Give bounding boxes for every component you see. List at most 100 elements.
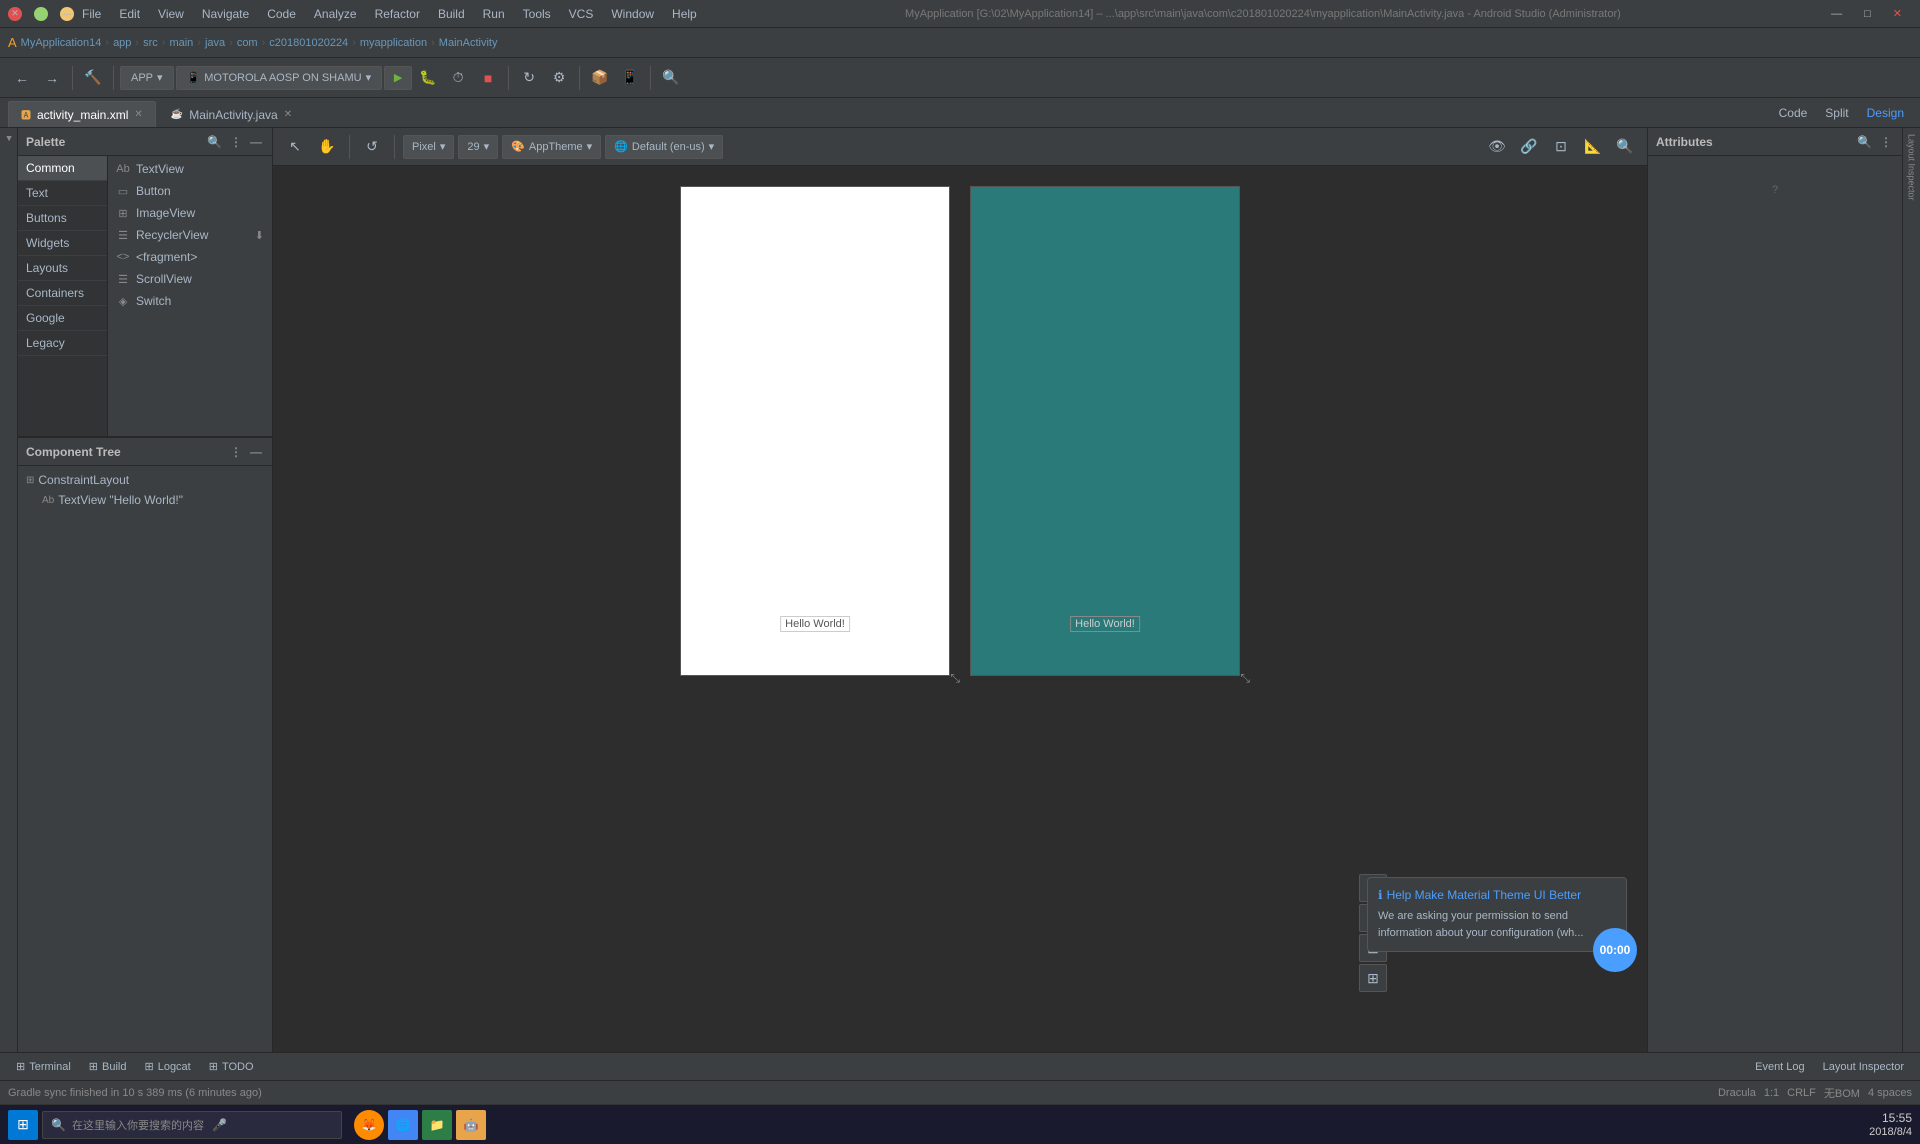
palette-search-btn[interactable]: 🔍 — [205, 133, 224, 151]
menu-run[interactable]: Run — [475, 5, 513, 23]
project-sidebar-toggle[interactable]: ▲ — [2, 132, 16, 146]
tab-close-java[interactable]: ✕ — [284, 109, 292, 120]
palette-item-switch[interactable]: ◈ Switch — [108, 290, 272, 312]
breadcrumb-mainactivity[interactable]: MainActivity — [439, 37, 498, 49]
avd-manager-btn[interactable]: 📱 — [616, 64, 644, 92]
theme-status[interactable]: Dracula — [1718, 1087, 1756, 1099]
tree-minimize-btn[interactable]: — — [248, 443, 264, 461]
palette-item-textview[interactable]: Ab TextView — [108, 158, 272, 180]
tree-item-textview[interactable]: Ab TextView "Hello World!" — [18, 490, 272, 510]
win-minimize-btn[interactable]: — — [1821, 0, 1852, 28]
menu-edit[interactable]: Edit — [111, 5, 148, 23]
dark-device-preview[interactable]: Hello World! — [970, 186, 1240, 676]
constraint-btn[interactable]: 🔗 — [1515, 133, 1543, 161]
category-text[interactable]: Text — [18, 181, 107, 206]
palette-more-btn[interactable]: ⋮ — [228, 133, 244, 151]
api-selector[interactable]: 29 ▾ — [458, 135, 498, 159]
menu-view[interactable]: View — [150, 5, 192, 23]
breadcrumb-com[interactable]: com — [237, 37, 258, 49]
menu-code[interactable]: Code — [259, 5, 304, 23]
menu-refactor[interactable]: Refactor — [367, 5, 428, 23]
taskbar-app-firefox[interactable]: 🦊 — [354, 1110, 384, 1140]
palette-item-scrollview[interactable]: ☰ ScrollView — [108, 268, 272, 290]
align-btn[interactable]: ⊡ — [1547, 133, 1575, 161]
tab-main-activity-java[interactable]: ☕ MainActivity.java ✕ — [158, 101, 305, 127]
todo-tab[interactable]: ⊞ TODO — [201, 1058, 262, 1075]
tree-item-constraintlayout[interactable]: ⊞ ConstraintLayout — [18, 470, 272, 490]
back-btn[interactable]: ← — [8, 64, 36, 92]
menu-file[interactable]: File — [74, 5, 109, 23]
stop-button[interactable]: ■ — [474, 64, 502, 92]
search-bar[interactable]: 🔍 在这里输入你要搜索的内容 🎤 — [42, 1111, 342, 1139]
tab-activity-main-xml[interactable]: 🅰 activity_main.xml ✕ — [8, 101, 156, 127]
logcat-tab[interactable]: ⊞ Logcat — [136, 1058, 198, 1075]
category-legacy[interactable]: Legacy — [18, 331, 107, 356]
line-col-status[interactable]: 1:1 — [1764, 1087, 1779, 1099]
category-containers[interactable]: Containers — [18, 281, 107, 306]
recyclerview-download-icon[interactable]: ⬇ — [255, 229, 264, 242]
palette-minimize-btn[interactable]: — — [248, 133, 264, 151]
category-layouts[interactable]: Layouts — [18, 256, 107, 281]
category-google[interactable]: Google — [18, 306, 107, 331]
win-maximize-btn[interactable]: □ — [1854, 0, 1881, 28]
settings-button[interactable]: ⚙ — [545, 64, 573, 92]
attributes-more-btn[interactable]: ⋮ — [1878, 133, 1894, 151]
palette-item-fragment[interactable]: <> <fragment> — [108, 246, 272, 268]
rotate-btn[interactable]: ↺ — [358, 133, 386, 161]
theme-selector[interactable]: 🎨 AppTheme ▾ — [502, 135, 601, 159]
event-log-btn[interactable]: Event Log — [1747, 1059, 1813, 1075]
menu-help[interactable]: Help — [664, 5, 705, 23]
breadcrumb-package[interactable]: c201801020224 — [269, 37, 348, 49]
run-button[interactable]: ▶ — [384, 66, 412, 90]
cursor-tool-btn[interactable]: ↖ — [281, 133, 309, 161]
menu-build[interactable]: Build — [430, 5, 473, 23]
device-selector[interactable]: 📱 MOTOROLA AOSP ON SHAMU ▾ — [176, 66, 383, 90]
layout-inspector-btn[interactable]: Layout Inspector — [1815, 1059, 1912, 1075]
menu-analyze[interactable]: Analyze — [306, 5, 365, 23]
menu-vcs[interactable]: VCS — [561, 5, 602, 23]
line-ending-status[interactable]: CRLF — [1787, 1087, 1816, 1099]
tree-more-btn[interactable]: ⋮ — [228, 443, 244, 461]
taskbar-app-explorer[interactable]: 📁 — [422, 1110, 452, 1140]
category-widgets[interactable]: Widgets — [18, 231, 107, 256]
category-common[interactable]: Common — [18, 156, 107, 181]
guidelines-btn[interactable]: 📐 — [1579, 133, 1607, 161]
menu-window[interactable]: Window — [603, 5, 662, 23]
minimize-button[interactable]: — — [60, 7, 74, 21]
breadcrumb-java[interactable]: java — [205, 37, 225, 49]
resize-handle-dark[interactable]: ⤡ — [1240, 671, 1250, 686]
build-btn[interactable]: 🔨 — [79, 64, 107, 92]
taskbar-app-android-studio[interactable]: 🤖 — [456, 1110, 486, 1140]
windows-start-btn[interactable]: ⊞ — [8, 1110, 38, 1140]
light-device-preview[interactable]: Hello World! — [680, 186, 950, 676]
tab-close-xml[interactable]: ✕ — [134, 109, 142, 120]
win-close-btn[interactable]: ✕ — [1883, 0, 1912, 28]
profile-button[interactable]: ⏱ — [444, 64, 472, 92]
pixel-selector[interactable]: Pixel ▾ — [403, 135, 454, 159]
menu-tools[interactable]: Tools — [515, 5, 559, 23]
terminal-tab[interactable]: ⊞ Terminal — [8, 1058, 79, 1075]
attributes-search-btn[interactable]: 🔍 — [1855, 133, 1874, 151]
design-view-tab[interactable]: Design — [1859, 104, 1912, 122]
maximize-button[interactable]: □ — [34, 7, 48, 21]
palette-item-recyclerview[interactable]: ☰ RecyclerView ⬇ — [108, 224, 272, 246]
close-button[interactable]: ✕ — [8, 7, 22, 21]
category-buttons[interactable]: Buttons — [18, 206, 107, 231]
breadcrumb-myapp[interactable]: myapplication — [360, 37, 427, 49]
breadcrumb-app-module[interactable]: app — [113, 37, 131, 49]
sdk-manager-btn[interactable]: 📦 — [586, 64, 614, 92]
encoding-status[interactable]: 无BOM — [1824, 1085, 1860, 1101]
app-selector[interactable]: APP ▾ — [120, 66, 174, 90]
breadcrumb-src[interactable]: src — [143, 37, 158, 49]
build-tab[interactable]: ⊞ Build — [81, 1058, 135, 1075]
zoom-actual-btn[interactable]: ⊞ — [1359, 964, 1387, 992]
code-view-tab[interactable]: Code — [1771, 104, 1816, 122]
split-view-tab[interactable]: Split — [1817, 104, 1856, 122]
palette-item-imageview[interactable]: ⊞ ImageView — [108, 202, 272, 224]
panning-tool-btn[interactable]: ✋ — [313, 133, 341, 161]
debug-button[interactable]: 🐛 — [414, 64, 442, 92]
menu-navigate[interactable]: Navigate — [194, 5, 257, 23]
zoom-btn[interactable]: 🔍 — [1611, 133, 1639, 161]
breadcrumb-app[interactable]: MyApplication14 — [21, 37, 102, 49]
layout-inspector-toggle[interactable]: Layout Inspector — [1905, 132, 1919, 203]
